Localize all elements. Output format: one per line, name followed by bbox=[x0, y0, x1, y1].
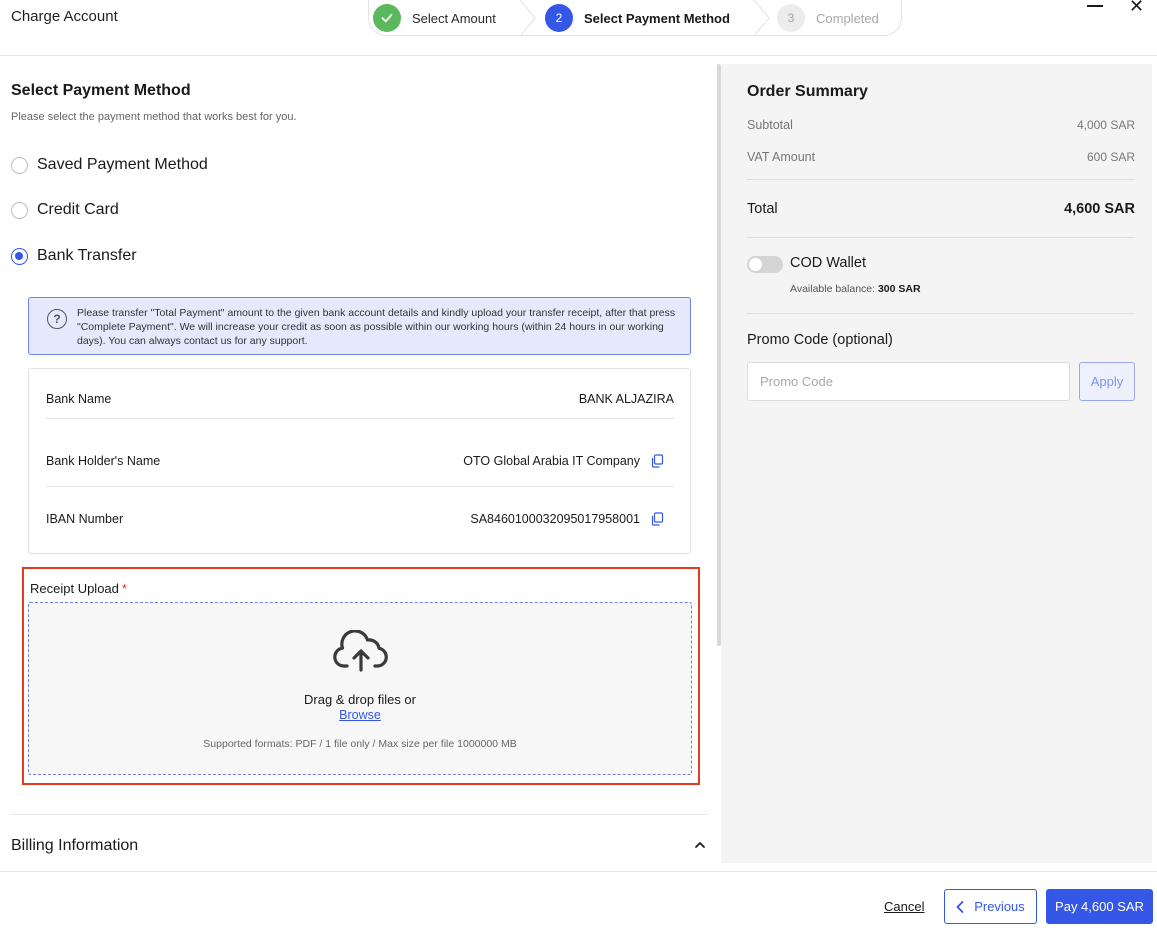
bank-key: IBAN Number bbox=[46, 512, 124, 526]
bank-row-holder: Bank Holder's Name OTO Global Arabia IT … bbox=[46, 435, 674, 487]
bank-key: Bank Holder's Name bbox=[46, 453, 161, 468]
radio-credit-card[interactable]: Credit Card bbox=[11, 200, 119, 220]
promo-code-input[interactable] bbox=[747, 362, 1070, 401]
step-label: Select Amount bbox=[412, 10, 496, 26]
previous-button[interactable]: Previous bbox=[944, 889, 1037, 924]
section-title: Select Payment Method bbox=[11, 82, 191, 99]
radio-button[interactable] bbox=[11, 201, 28, 219]
radio-button[interactable] bbox=[11, 156, 28, 174]
upload-label: Receipt Upload * bbox=[30, 581, 127, 596]
bank-value-wrap: SA8460100032095017958001 bbox=[470, 512, 674, 526]
copy-icon[interactable] bbox=[650, 453, 664, 468]
order-summary-panel: Order Summary Subtotal 4,000 SAR VAT Amo… bbox=[721, 64, 1152, 863]
check-icon bbox=[373, 4, 401, 32]
step-number: 2 bbox=[545, 4, 573, 32]
bank-value: SA8460100032095017958001 bbox=[470, 512, 640, 526]
summary-value: 600 SAR bbox=[1086, 150, 1135, 164]
summary-key: VAT Amount bbox=[747, 150, 816, 164]
radio-bank-transfer[interactable]: Bank Transfer bbox=[11, 246, 137, 266]
promo-code-title: Promo Code (optional) bbox=[747, 332, 893, 348]
divider bbox=[11, 814, 708, 815]
minimize-icon[interactable] bbox=[1087, 0, 1105, 10]
step-label: Select Payment Method bbox=[584, 10, 730, 26]
header-bar: Charge Account Select Amount 2 Select Pa… bbox=[0, 0, 1157, 56]
step-completed: 3 Completed bbox=[777, 2, 879, 34]
summary-key: Total bbox=[747, 201, 778, 217]
radio-button-checked[interactable] bbox=[11, 247, 28, 265]
pay-button[interactable]: Pay 4,600 SAR bbox=[1046, 889, 1153, 924]
radio-label: Bank Transfer bbox=[37, 247, 137, 264]
summary-row-subtotal: Subtotal 4,000 SAR bbox=[747, 118, 1135, 132]
bank-value-wrap: OTO Global Arabia IT Company bbox=[463, 454, 674, 468]
required-mark: * bbox=[121, 581, 127, 596]
copy-icon[interactable] bbox=[650, 512, 664, 526]
stepper: Select Amount 2 Select Payment Method 3 … bbox=[368, 0, 902, 36]
bank-key: Bank Name bbox=[46, 391, 112, 406]
step-separator-icon bbox=[519, 0, 536, 36]
available-balance: Available balance: 300 SAR bbox=[790, 283, 921, 295]
summary-title: Order Summary bbox=[747, 83, 868, 100]
step-separator-icon bbox=[753, 0, 770, 36]
divider bbox=[747, 179, 1135, 180]
upload-label-text: Receipt Upload bbox=[30, 581, 119, 596]
info-text: Please transfer "Total Payment" amount t… bbox=[77, 307, 676, 347]
summary-value: 4,000 SAR bbox=[1076, 118, 1135, 132]
page-title: Charge Account bbox=[11, 8, 118, 25]
bank-row-name: Bank Name BANK ALJAZIRA bbox=[46, 379, 674, 419]
bank-value: OTO Global Arabia IT Company bbox=[463, 453, 640, 468]
billing-section-title[interactable]: Billing Information bbox=[11, 837, 138, 855]
divider bbox=[747, 313, 1135, 314]
question-icon: ? bbox=[47, 309, 67, 329]
divider bbox=[0, 871, 1157, 872]
balance-label: Available balance: bbox=[790, 283, 876, 295]
file-dropzone[interactable]: Drag & drop files or Browse Supported fo… bbox=[28, 602, 692, 775]
radio-label: Saved Payment Method bbox=[37, 156, 208, 173]
cod-wallet-toggle[interactable] bbox=[747, 256, 783, 273]
receipt-upload-section: Receipt Upload * Drag & drop files or Bro… bbox=[22, 567, 700, 785]
section-subtitle: Please select the payment method that wo… bbox=[11, 111, 297, 123]
summary-key: Subtotal bbox=[747, 118, 793, 132]
cloud-upload-icon bbox=[333, 630, 388, 672]
cod-wallet-label: COD Wallet bbox=[790, 255, 866, 271]
bank-transfer-info: ? Please transfer "Total Payment" amount… bbox=[28, 297, 691, 355]
bank-row-iban: IBAN Number SA8460100032095017958001 bbox=[46, 499, 674, 539]
summary-row-vat: VAT Amount 600 SAR bbox=[747, 150, 1135, 164]
summary-row-total: Total 4,600 SAR bbox=[747, 201, 1135, 217]
divider bbox=[747, 237, 1135, 238]
drop-text: Drag & drop files or bbox=[304, 692, 416, 707]
chevron-up-icon[interactable] bbox=[693, 838, 707, 852]
close-icon[interactable]: ✕ bbox=[1129, 0, 1144, 15]
previous-label: Previous bbox=[974, 899, 1025, 914]
step-select-amount: Select Amount bbox=[373, 2, 496, 34]
bank-value: BANK ALJAZIRA bbox=[578, 391, 674, 406]
apply-button[interactable]: Apply bbox=[1079, 362, 1135, 401]
radio-saved-payment-method[interactable]: Saved Payment Method bbox=[11, 155, 208, 175]
cancel-link[interactable]: Cancel bbox=[884, 899, 924, 914]
step-label: Completed bbox=[816, 10, 879, 26]
step-select-payment: 2 Select Payment Method bbox=[545, 2, 730, 34]
balance-value: 300 SAR bbox=[877, 283, 921, 295]
bank-details-card: Bank Name BANK ALJAZIRA Bank Holder's Na… bbox=[28, 368, 691, 554]
radio-label: Credit Card bbox=[37, 201, 119, 218]
supported-formats: Supported formats: PDF / 1 file only / M… bbox=[203, 738, 517, 750]
browse-link[interactable]: Browse bbox=[29, 708, 691, 722]
summary-total-value: 4,600 SAR bbox=[1064, 201, 1135, 217]
step-number: 3 bbox=[777, 4, 805, 32]
chevron-left-icon bbox=[956, 900, 964, 913]
